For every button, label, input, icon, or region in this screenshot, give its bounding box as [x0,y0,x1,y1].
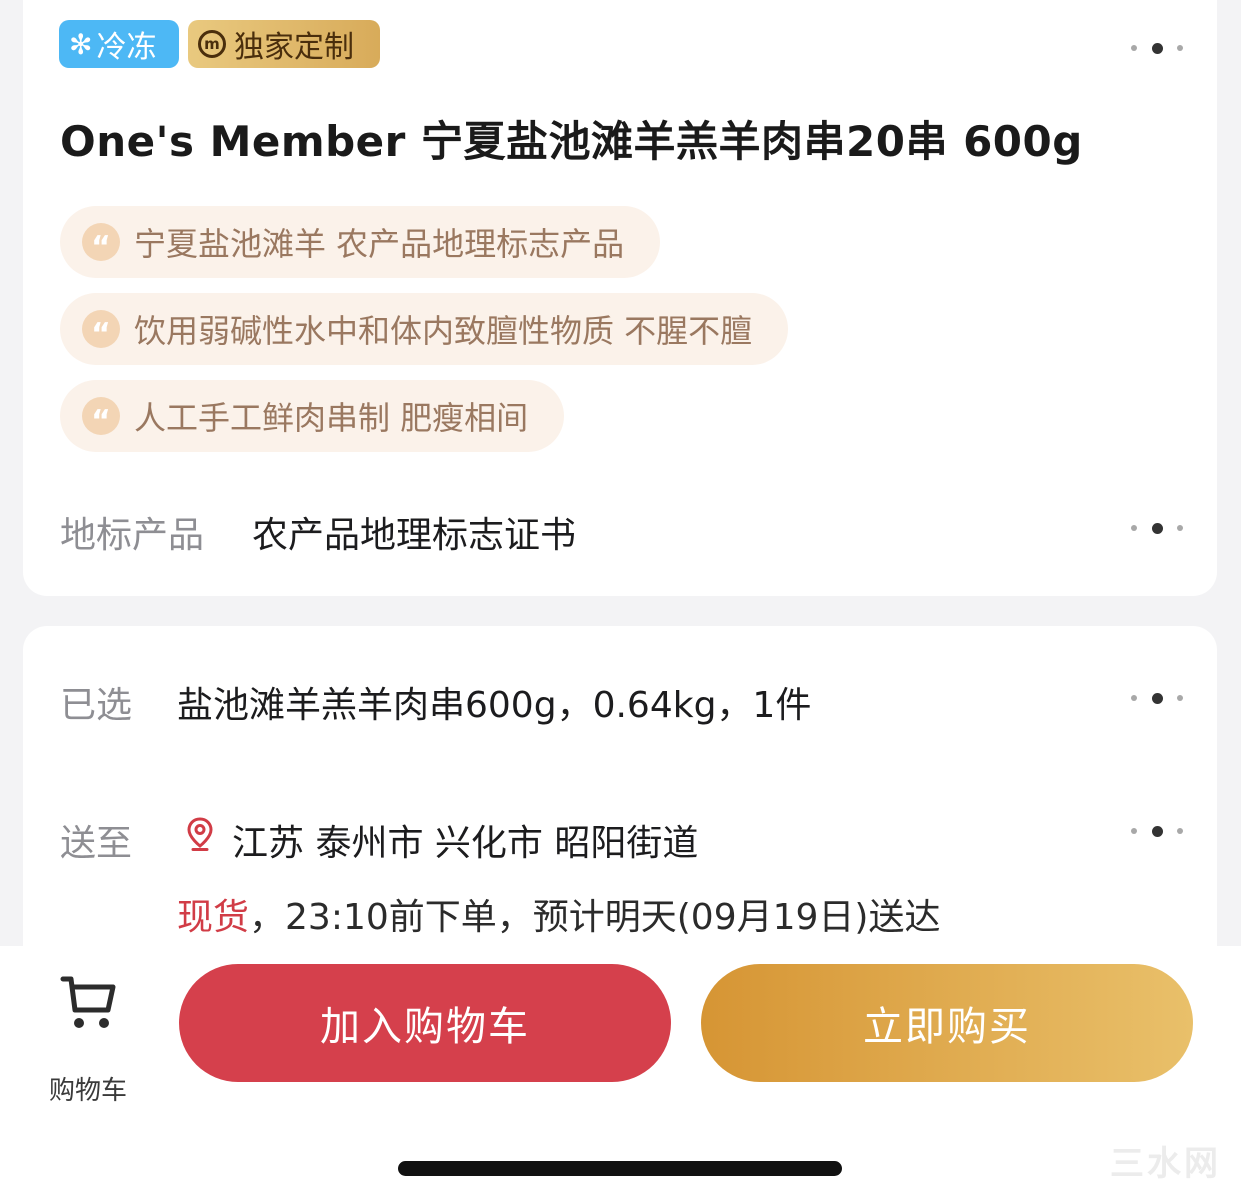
add-to-cart-button[interactable]: 加入购物车 [179,964,671,1082]
feature-text: 宁夏盐池滩羊 农产品地理标志产品 [134,225,625,263]
feature-tag: “ 人工手工鲜肉串制 肥瘦相间 [60,380,565,452]
feature-tag: “ 宁夏盐池滩羊 农产品地理标志产品 [60,206,661,278]
delivery-estimate: 现货，23:10前下单，预计明天(09月19日)送达 [177,888,940,940]
delivery-estimate-text: ，23:10前下单，预计明天(09月19日)送达 [249,897,941,938]
snowflake-icon: ✻ [69,27,93,61]
geo-more-icon[interactable] [1131,522,1183,534]
buy-now-button[interactable]: 立即购买 [701,964,1193,1082]
feature-text: 饮用弱碱性水中和体内致膻性物质 不腥不膻 [134,312,753,350]
quote-icon: “ [82,223,120,261]
selected-label: 已选 [60,685,133,726]
frozen-badge-label: 冷冻 [96,30,157,65]
geo-label: 地标产品 [60,515,205,556]
address-more-icon[interactable] [1131,825,1183,837]
delivery-address[interactable]: 江苏 泰州市 兴化市 昭阳街道 [232,814,698,866]
quote-icon: “ [82,397,120,435]
watermark-logo: 三水网 [1110,1144,1221,1184]
stock-status: 现货 [177,897,250,938]
selected-spec[interactable]: 盐池滩羊羔羊肉串600g，0.64kg，1件 [177,676,811,728]
exclusive-custom-label: 独家定制 [234,30,354,65]
feature-text: 人工手工鲜肉串制 肥瘦相间 [134,399,529,437]
geo-certificate-link[interactable]: 农产品地理标志证书 [252,506,576,558]
selected-more-icon[interactable] [1131,692,1183,704]
cart-label: 购物车 [48,1076,127,1106]
ship-to-label: 送至 [60,823,133,864]
location-pin-icon [187,817,213,851]
feature-tag: “ 饮用弱碱性水中和体内致膻性物质 不腥不膻 [60,293,789,365]
exclusive-custom-badge: m 独家定制 [188,20,380,68]
quote-icon: “ [82,310,120,348]
home-indicator [398,1161,842,1176]
cart-button[interactable]: 购物车 [40,970,136,1106]
more-options-icon[interactable] [1131,42,1183,54]
shopping-cart-icon [60,976,116,1028]
product-title: One's Member 宁夏盐池滩羊羔羊肉串20串 600g [60,117,1083,166]
crown-icon: m [198,30,226,58]
frozen-badge: ✻ 冷冻 [59,20,179,68]
